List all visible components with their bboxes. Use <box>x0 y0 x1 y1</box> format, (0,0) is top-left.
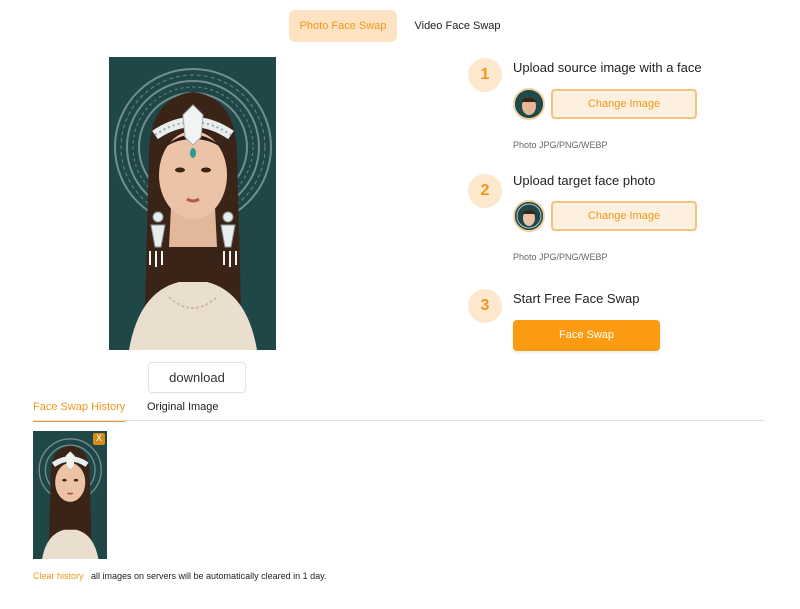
step-1-title: Upload source image with a face <box>513 60 702 75</box>
result-image <box>109 57 276 350</box>
step-2-badge: 2 <box>468 174 502 208</box>
tab-photo-face-swap[interactable]: Photo Face Swap <box>289 10 397 42</box>
target-face-avatar <box>513 200 545 232</box>
face-swap-button[interactable]: Face Swap <box>513 320 660 351</box>
history-retention-note: all images on servers will be automatica… <box>91 571 327 581</box>
change-source-image-button[interactable]: Change Image <box>551 89 697 119</box>
source-face-avatar <box>513 88 545 120</box>
tab-original-image[interactable]: Original Image <box>147 401 219 419</box>
change-target-image-button[interactable]: Change Image <box>551 201 697 231</box>
step-2-title: Upload target face photo <box>513 173 656 188</box>
remove-history-item-icon[interactable]: X <box>93 433 105 445</box>
clear-history-link[interactable]: Clear history <box>33 571 84 581</box>
tabs-divider <box>33 420 765 421</box>
download-button[interactable]: download <box>148 362 246 393</box>
thumbnail-illustration <box>33 431 107 559</box>
source-format-hint: Photo JPG/PNG/WEBP <box>513 140 608 150</box>
target-format-hint: Photo JPG/PNG/WEBP <box>513 252 608 262</box>
tab-video-face-swap[interactable]: Video Face Swap <box>410 10 505 42</box>
step-1-badge: 1 <box>468 58 502 92</box>
history-thumbnail[interactable] <box>33 431 107 559</box>
tab-face-swap-history[interactable]: Face Swap History <box>33 401 126 422</box>
portrait-illustration <box>109 57 276 350</box>
step-3-badge: 3 <box>468 289 502 323</box>
step-3-title: Start Free Face Swap <box>513 291 640 306</box>
